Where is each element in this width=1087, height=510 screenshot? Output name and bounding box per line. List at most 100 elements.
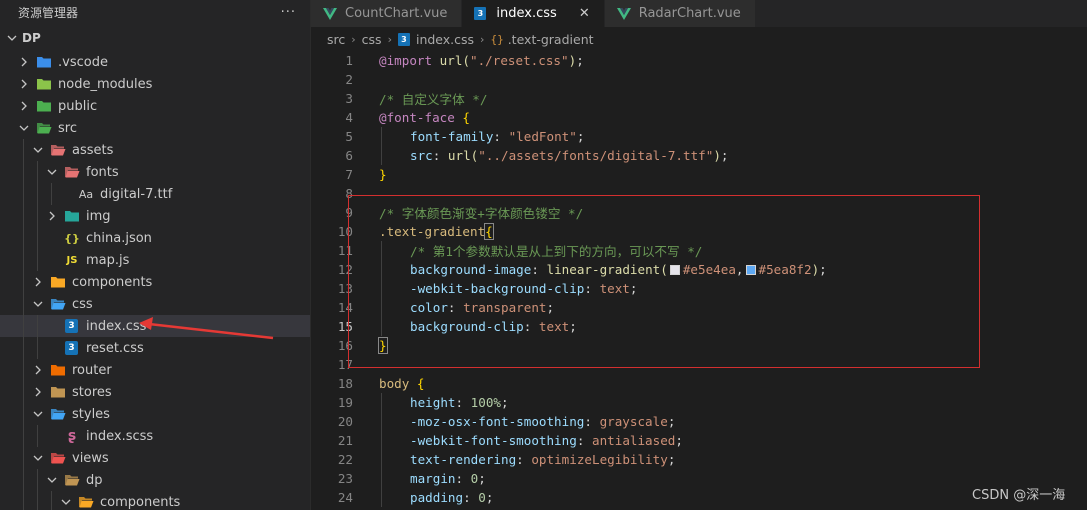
chevron-down-icon: [18, 122, 30, 134]
token: :: [523, 319, 539, 334]
token: :: [584, 414, 600, 429]
tree-item-vscode[interactable]: .vscode: [0, 51, 310, 73]
tree-item-assets[interactable]: assets: [0, 139, 310, 161]
indent-guide: [381, 317, 382, 336]
code-editor[interactable]: 1 @import url("./reset.css"); 2 3/* 自定义字体 *…: [311, 51, 1087, 510]
tree-item-label: node_modules: [58, 76, 153, 92]
code-text: text-rendering: optimizeLegibility;: [410, 452, 675, 467]
token: }: [379, 167, 387, 182]
css-file-icon: 3: [474, 7, 487, 20]
indent-guide: [381, 146, 382, 165]
line-number: 11: [337, 243, 353, 258]
token: grayscale: [599, 414, 668, 429]
code-line: 7}: [311, 165, 1087, 184]
tree-item-dp[interactable]: dp: [0, 469, 310, 491]
indent-guide: [381, 241, 382, 260]
line-number: 24: [337, 490, 353, 505]
indent-guide: [381, 298, 382, 317]
token: .text-gradient: [379, 224, 486, 239]
token: ;: [667, 452, 676, 467]
tree-item-img[interactable]: img: [0, 205, 310, 227]
chevron-right-icon: [18, 56, 30, 68]
code-text: background-clip: text;: [410, 319, 577, 334]
tree-item-label: stores: [72, 384, 112, 400]
token: -moz-osx-font-smoothing: [410, 414, 585, 429]
code-line: 18 body {: [311, 374, 1087, 393]
indent-guide: [51, 491, 52, 510]
node-folder-icon: [36, 76, 52, 92]
chevron-right-icon: [32, 364, 44, 376]
tree-item-label: china.json: [86, 230, 152, 246]
token: :: [447, 300, 464, 315]
token: /* 字体颜色渐变+字体颜色镂空 */: [379, 206, 584, 221]
tree-item-router[interactable]: router: [0, 359, 310, 381]
token: :: [493, 129, 509, 144]
more-actions-icon[interactable]: ···: [281, 5, 296, 20]
tree-item-index-scss[interactable]: ʂ index.scss: [0, 425, 310, 447]
line-number: 14: [337, 300, 353, 315]
code-line: 19 height: 100%;: [311, 393, 1087, 412]
vue-file-icon: [323, 7, 337, 20]
workspace-root[interactable]: DP: [0, 25, 310, 51]
symbol-class-icon: {}: [490, 32, 504, 46]
token: -webkit-font-smoothing: [410, 433, 577, 448]
line-number: 20: [337, 414, 353, 429]
code-text: font-family: "ledFont";: [410, 129, 584, 144]
token: padding: [410, 490, 464, 505]
line-number: 5: [345, 129, 353, 144]
breadcrumb-src[interactable]: src: [327, 32, 345, 47]
code-text: /* 自定义字体 */: [379, 89, 487, 108]
line-number: 19: [337, 395, 353, 410]
tree-item-label: index.scss: [86, 428, 154, 444]
tree-item-china-json[interactable]: {} china.json: [0, 227, 310, 249]
code-line: 17: [311, 355, 1087, 374]
breadcrumb-css[interactable]: css: [362, 32, 382, 47]
token: ;: [576, 129, 585, 144]
tree-item-digital-7-ttf[interactable]: Aa digital-7.ttf: [0, 183, 310, 205]
token: src: [410, 148, 433, 163]
tree-item-fonts[interactable]: fonts: [0, 161, 310, 183]
token: ;: [667, 414, 676, 429]
line-number: 13: [337, 281, 353, 296]
token: :: [455, 395, 471, 410]
token: ): [713, 148, 721, 163]
token: "../assets/fonts/digital-7.ttf": [478, 148, 714, 163]
tree-item-label: components: [72, 274, 153, 290]
chevron-down-icon: [32, 144, 44, 156]
tree-item-node-modules[interactable]: node_modules: [0, 73, 310, 95]
color-swatch-icon[interactable]: [745, 265, 756, 275]
tab-countchart-vue[interactable]: CountChart.vue: [311, 0, 463, 27]
tree-item-label: css: [72, 296, 93, 312]
indent-guide: [51, 183, 52, 205]
close-icon[interactable]: ✕: [579, 6, 590, 21]
token: :: [455, 471, 471, 486]
token: ;: [819, 262, 827, 277]
tree-item-public[interactable]: public: [0, 95, 310, 117]
line-number: 12: [337, 262, 353, 277]
color-swatch-icon[interactable]: [669, 265, 680, 275]
tab-index-css[interactable]: 3 index.css ✕: [462, 0, 605, 27]
line-number: 7: [345, 167, 353, 182]
vscode-folder-icon: [36, 54, 52, 70]
token: :: [531, 262, 547, 277]
tree-item-components[interactable]: components: [0, 271, 310, 293]
code-line: 15 background-clip: text;: [311, 317, 1087, 336]
tree-item-stores[interactable]: stores: [0, 381, 310, 403]
tree-item-label: assets: [72, 142, 114, 158]
tree-item-src[interactable]: src: [0, 117, 310, 139]
code-line: 5 font-family: "ledFont";: [311, 127, 1087, 146]
tree-item-views[interactable]: views: [0, 447, 310, 469]
token: ;: [501, 395, 509, 410]
tab-radarchart-vue[interactable]: RadarChart.vue: [604, 0, 756, 27]
tree-item-components[interactable]: components: [0, 491, 310, 510]
code-line: 16}: [311, 336, 1087, 355]
breadcrumb-symbol[interactable]: .text-gradient: [508, 32, 594, 47]
tree-item-map-js[interactable]: JS map.js: [0, 249, 310, 271]
indent-guide: [37, 469, 38, 510]
breadcrumb-file[interactable]: index.css: [416, 32, 474, 47]
tree-item-label: map.js: [86, 252, 130, 268]
code-text: .text-gradient{: [379, 223, 494, 240]
tree-item-styles[interactable]: styles: [0, 403, 310, 425]
router-folder-icon: [50, 362, 66, 378]
code-text: -webkit-font-smoothing: antialiased;: [410, 433, 683, 448]
